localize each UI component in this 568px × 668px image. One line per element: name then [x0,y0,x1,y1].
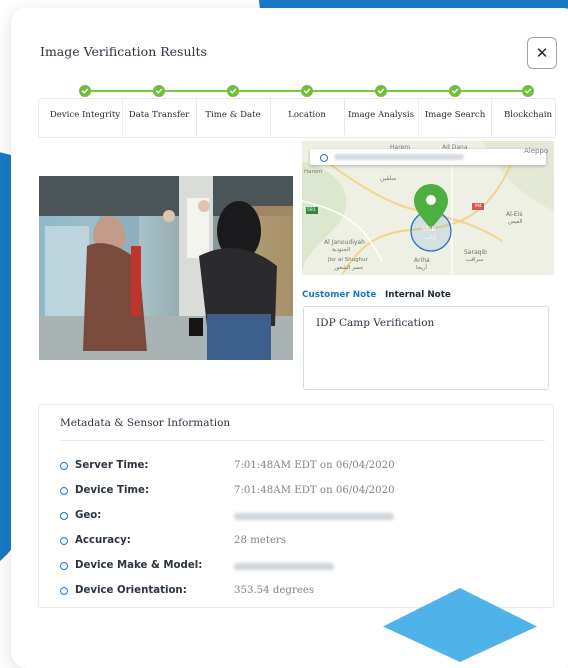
map-label-hayaye: Harem [304,169,323,175]
location-dot-icon [320,154,328,162]
map-address-redacted [334,154,464,160]
map-label-idlib-ar: إدلب [424,234,437,241]
bullet-icon [60,587,68,595]
dialog-title: Image Verification Results [40,44,207,59]
metadata-value: 28 meters [234,535,287,546]
step-label[interactable]: Image Analysis [344,110,418,120]
map-label-ad-dana: Ad Dana [442,144,468,151]
location-map[interactable]: Harem Ad Dana Aleppo Harem سلقين Al Jano… [302,141,554,275]
step-check-icon [79,85,91,97]
step-divider [418,99,419,135]
map-label-jisr-ar: جسر الشغور [334,265,364,271]
step-label[interactable]: Image Search [418,110,492,120]
map-label-ariha: Ariha [414,257,430,264]
step-check-icon [227,85,239,97]
map-label-al-janoudiyah: Al Janoudiyah [324,239,365,246]
step-check-icon [153,85,165,97]
step-check-icon [522,85,534,97]
metadata-value: 7:01:48AM EDT on 06/04/2020 [234,460,395,471]
close-button[interactable]: ✕ [527,37,557,69]
metadata-divider [60,440,545,441]
metadata-label: Geo: [75,510,102,521]
map-label-road-m4: M4 [475,204,482,209]
bullet-icon [60,562,68,570]
map-label-saraqib: Saraqib [464,249,487,256]
step-divider [196,99,197,135]
metadata-value: 353.54 degrees [234,585,315,596]
map-label-saraqib-ar: سراقب [466,257,484,263]
step-divider [491,99,492,135]
map-label-jisr: Jisr al Shughur [328,257,368,263]
tab-internal-note[interactable]: Internal Note [385,290,451,300]
step-check-icon [449,85,461,97]
step-label[interactable]: Time & Date [196,110,270,120]
metadata-label: Device Make & Model: [75,560,203,571]
metadata-label: Device Time: [75,485,150,496]
bullet-icon [60,537,68,545]
step-check-icon [375,85,387,97]
map-label-al-eis: Al-Eis [506,211,523,218]
step-divider [344,99,345,135]
map-label-harem: Harem [390,144,411,151]
step-label[interactable]: Device Integrity [48,110,122,120]
tab-customer-note[interactable]: Customer Note [302,290,376,300]
metadata-value-redacted [234,513,394,520]
step-divider [122,99,123,135]
step-label[interactable]: Location [270,110,344,120]
bullet-icon [60,512,68,520]
photo-illustration [39,176,293,360]
metadata-label: Device Orientation: [75,585,187,596]
metadata-label: Accuracy: [75,535,131,546]
bullet-icon [60,462,68,470]
step-label[interactable]: Blockchain [491,110,565,120]
step-divider [270,99,271,135]
bullet-icon [60,487,68,495]
verified-photo [39,176,293,360]
metadata-label: Server Time: [75,460,149,471]
metadata-panel [38,404,554,608]
metadata-value-redacted [234,563,334,570]
customer-note-field[interactable]: IDP Camp Verification [303,306,549,390]
step-check-icon [301,85,313,97]
map-search-box[interactable] [310,149,546,165]
map-label-salqin: سلقين [380,175,397,182]
map-label-aleppo: Aleppo [524,147,549,155]
map-label-road-591: 591 [307,208,316,213]
map-label-ariha-ar: أريحا [416,265,427,271]
metadata-title: Metadata & Sensor Information [60,417,231,429]
close-icon: ✕ [535,44,549,62]
step-label[interactable]: Data Transfer [122,110,196,120]
map-label-al-janoudiyah-ar: الجنودية [332,247,351,253]
map-label-idlib: Idlib [422,225,436,233]
map-label-al-eis-ar: العيس [508,219,523,225]
metadata-value: 7:01:48AM EDT on 06/04/2020 [234,485,395,496]
